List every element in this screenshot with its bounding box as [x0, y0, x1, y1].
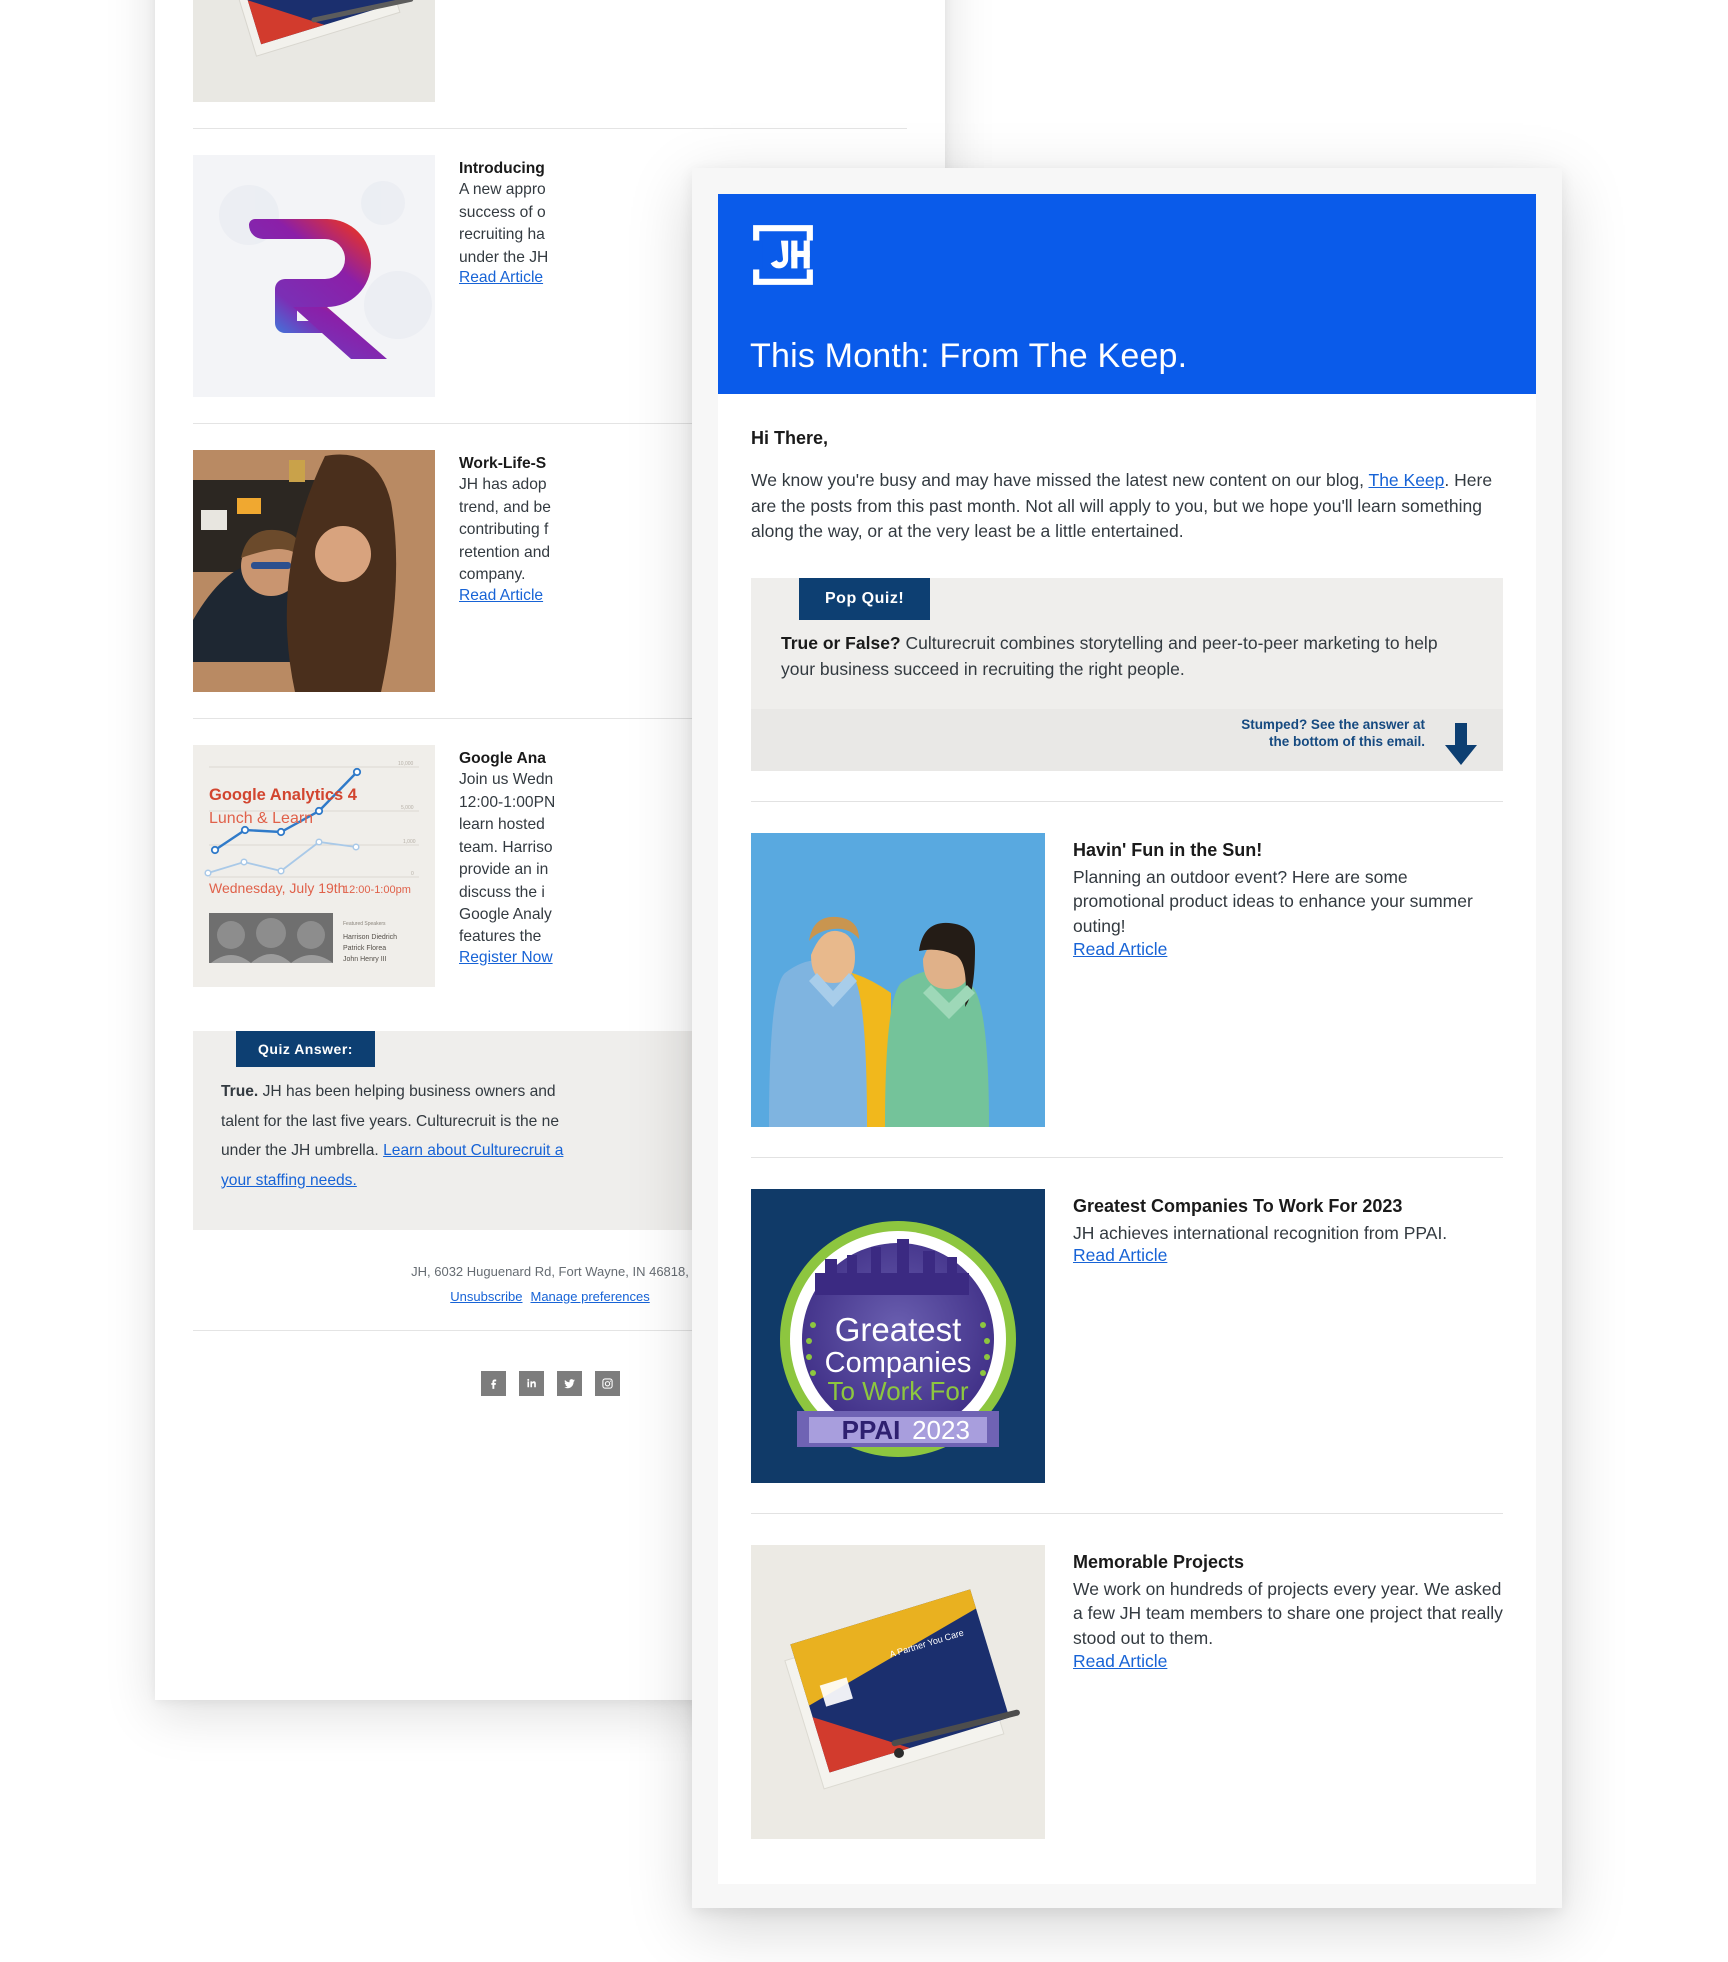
stumped-line-1: Stumped? See the answer at: [1241, 716, 1425, 732]
pop-quiz-question: True or False? Culturecruit combines sto…: [781, 630, 1473, 709]
register-now-link[interactable]: Register Now: [459, 949, 553, 966]
stumped-line-2: the bottom of this email.: [1268, 733, 1425, 749]
quiz-question-prefix: True or False?: [781, 633, 901, 654]
linkedin-icon[interactable]: [518, 1370, 544, 1396]
list-item[interactable]: Greatest Companies To Work For PPAI 2023…: [751, 1158, 1503, 1483]
read-article-link[interactable]: Read Article: [459, 587, 543, 604]
axis-tick: 1,000: [403, 839, 416, 845]
foreground-email-card: This Month: From The Keep. Hi There, We …: [692, 168, 1562, 1908]
screenshot-stage: A Partner You Can really stood out to th…: [0, 0, 1728, 1962]
stumped-note: Stumped? See the answer at the bottom of…: [1241, 717, 1425, 751]
speaker-name: Harrison Diedrich: [343, 934, 397, 941]
article-title: Memorable Projects: [1073, 1551, 1245, 1572]
graphic-title-line1: Google Analytics 4: [209, 786, 358, 804]
instagram-icon[interactable]: [594, 1370, 620, 1396]
banner-title: This Month: From The Keep.: [750, 337, 1188, 375]
summer-polo-shirts-photo: [751, 832, 1045, 1127]
list-item[interactable]: Havin' Fun in the Sun! Planning an outdo…: [751, 802, 1503, 1127]
culturecruit-link[interactable]: Learn about Culturecruit a: [383, 1142, 563, 1159]
memorable-projects-booklet-photo: A Partner You Can: [193, 0, 435, 102]
badge-line-1: Greatest: [835, 1311, 962, 1348]
speaker-name: John Henry III: [343, 956, 387, 963]
the-keep-link[interactable]: The Keep: [1369, 470, 1445, 490]
graphic-date: Wednesday, July 19th: [209, 880, 345, 896]
down-arrow-icon: [1445, 722, 1477, 765]
list-item-text: Memorable Projects We work on hundreds o…: [1073, 1545, 1503, 1839]
list-item-text: really stood out to them. Read Article: [459, 0, 907, 102]
read-article-link[interactable]: Read Article: [1073, 1245, 1167, 1266]
pop-quiz-footer: Stumped? See the answer at the bottom of…: [751, 708, 1503, 771]
pop-quiz-block: Pop Quiz! True or False? Culturecruit co…: [751, 578, 1503, 771]
speaker-name: Patrick Florea: [343, 945, 386, 952]
graphic-title-line2: Lunch & Learn: [209, 810, 313, 827]
list-item[interactable]: A Partner You Care Memorable Projects We…: [751, 1514, 1503, 1839]
jh-logo-icon: [750, 225, 816, 285]
article-desc: Planning an outdoor event? Here are some…: [1073, 866, 1473, 937]
quiz-answer-bold: True.: [221, 1083, 259, 1100]
badge-line-3: To Work For: [827, 1376, 968, 1406]
read-article-link[interactable]: Read Article: [459, 269, 543, 286]
speakers-label: Featured Speakers: [343, 921, 386, 927]
article-title: Havin' Fun in the Sun!: [1073, 839, 1263, 860]
article-list: Havin' Fun in the Sun! Planning an outdo…: [718, 800, 1536, 1839]
facebook-icon[interactable]: [480, 1370, 506, 1396]
office-photo-illustration: [193, 450, 435, 692]
article-title: Greatest Companies To Work For 2023: [1073, 1195, 1403, 1216]
unsubscribe-link[interactable]: Unsubscribe: [450, 1289, 522, 1304]
culturecruit-link-cont[interactable]: your staffing needs.: [221, 1172, 357, 1189]
quiz-answer-line1: JH has been helping business owners and: [258, 1083, 556, 1100]
badge-ribbon-brand: PPAI: [842, 1415, 901, 1445]
coworkers-at-desk-photo: [193, 450, 435, 692]
ppai-greatest-companies-badge: Greatest Companies To Work For PPAI 2023: [751, 1188, 1045, 1483]
intro-text-1: We know you're busy and may have missed …: [751, 470, 1369, 490]
lunch-learn-card: 10,000 5,000 1,000 0 Google Analytics 4 …: [193, 745, 435, 987]
memorable-projects-booklet-photo: A Partner You Care: [751, 1544, 1045, 1839]
list-item-text: Havin' Fun in the Sun! Planning an outdo…: [1073, 833, 1503, 1127]
intro-section: Hi There, We know you're busy and may ha…: [718, 394, 1536, 545]
google-analytics-lunch-learn-graphic: 10,000 5,000 1,000 0 Google Analytics 4 …: [193, 745, 435, 987]
booklet-illustration: A Partner You Care: [751, 1544, 1045, 1839]
list-item-text: Greatest Companies To Work For 2023 JH a…: [1073, 1189, 1503, 1483]
email-body: This Month: From The Keep. Hi There, We …: [718, 194, 1536, 1884]
list-item[interactable]: A Partner You Can really stood out to th…: [193, 0, 907, 102]
greeting: Hi There,: [751, 428, 829, 448]
culturecruit-logo: [193, 155, 435, 397]
quiz-answer-tab: Quiz Answer:: [236, 1031, 375, 1067]
article-desc: We work on hundreds of projects every ye…: [1073, 1578, 1503, 1649]
axis-tick: 0: [411, 871, 414, 877]
twitter-icon[interactable]: [556, 1370, 582, 1396]
pop-quiz-tab: Pop Quiz!: [799, 578, 931, 621]
booklet-illustration: A Partner You Can: [193, 0, 435, 102]
email-banner: This Month: From The Keep.: [718, 194, 1536, 394]
summer-models-illustration: [751, 832, 1045, 1127]
axis-tick: 10,000: [398, 761, 414, 767]
axis-tick: 5,000: [401, 805, 414, 811]
manage-preferences-link[interactable]: Manage preferences: [531, 1289, 650, 1304]
quiz-answer-line3-text: under the JH umbrella.: [221, 1142, 384, 1160]
read-article-link[interactable]: Read Article: [1073, 1651, 1167, 1672]
badge-ribbon-year: 2023: [912, 1415, 970, 1445]
intro-paragraph: We know you're busy and may have missed …: [751, 468, 1503, 545]
badge-line-2: Companies: [825, 1347, 972, 1379]
graphic-time: 12:00-1:00pm: [343, 884, 411, 896]
culturecruit-r-mark: [193, 155, 435, 397]
ppai-badge-illustration: Greatest Companies To Work For PPAI 2023: [751, 1188, 1045, 1483]
read-article-link[interactable]: Read Article: [1073, 939, 1167, 960]
article-desc: JH achieves international recognition fr…: [1073, 1222, 1448, 1243]
